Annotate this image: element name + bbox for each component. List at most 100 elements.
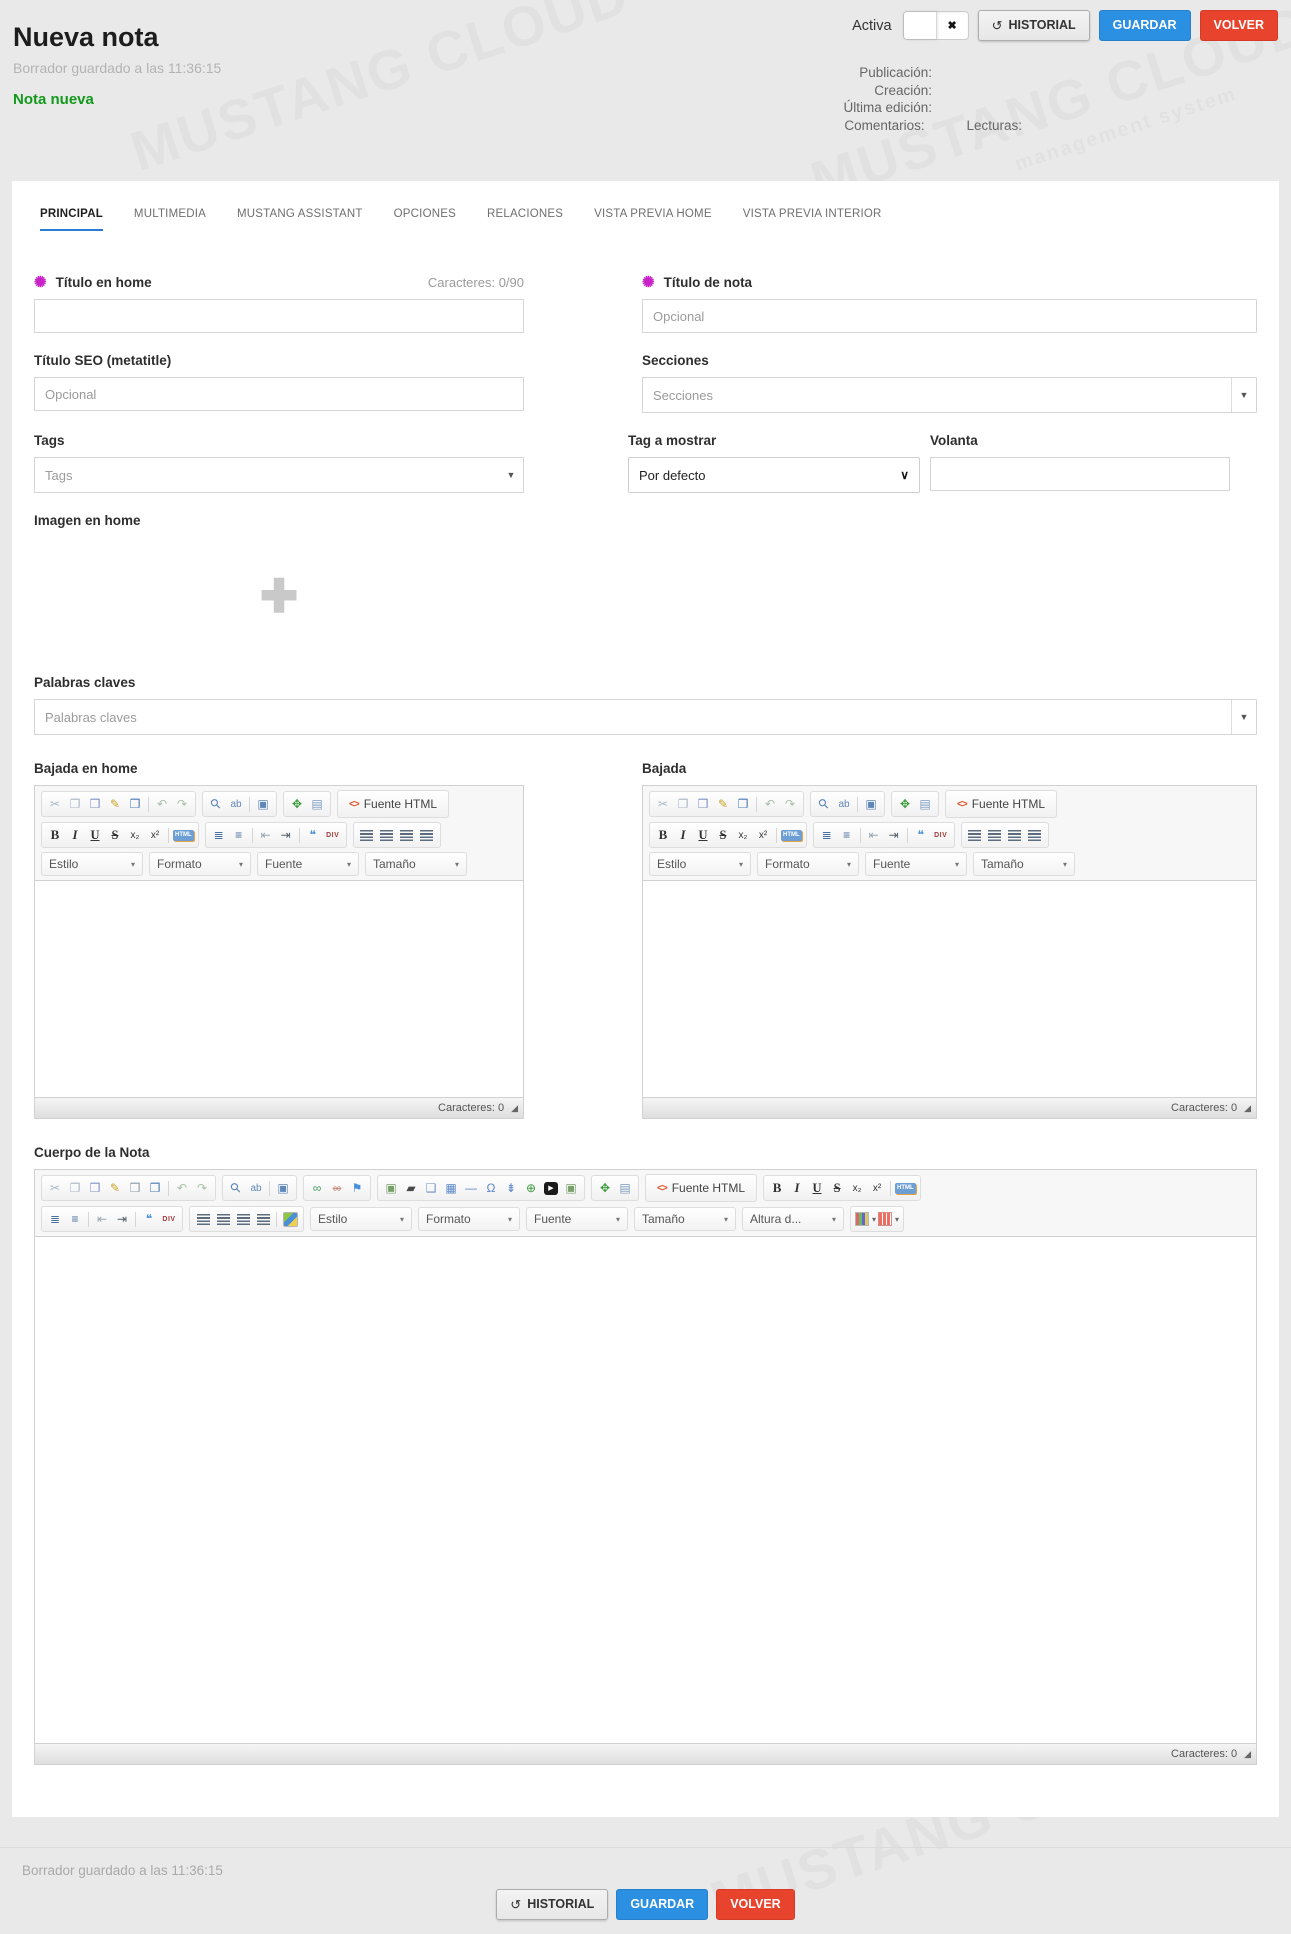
clean-html-icon[interactable]: HTML [173,825,194,845]
paste-word-icon[interactable]: ❒ [734,794,752,814]
align-right-icon[interactable] [1006,825,1024,845]
superscript-icon[interactable]: x² [868,1178,886,1198]
div-container-icon[interactable]: DIV [160,1209,178,1229]
source-button[interactable]: <>Fuente HTML [650,1177,752,1199]
redo-icon[interactable]: ↷ [781,794,799,814]
blockquote-icon[interactable]: ❝ [304,825,322,845]
paste-text-icon[interactable]: ✎ [106,794,124,814]
undo-icon[interactable]: ↶ [153,794,171,814]
strike-icon[interactable]: S [714,825,732,845]
paste-word-icon[interactable]: ❒ [146,1178,164,1198]
unordered-list-icon[interactable]: ≡ [230,825,248,845]
resize-handle-icon[interactable]: ◢ [511,1104,518,1113]
bajada-editing-area[interactable] [643,881,1256,1097]
ordered-list-icon[interactable]: ≣ [46,1209,64,1229]
cuerpo-editing-area[interactable] [35,1237,1256,1743]
replace-icon[interactable]: ab [227,794,245,814]
formato-combo[interactable]: Formato▾ [149,852,251,876]
div-container-icon[interactable]: DIV [932,825,950,845]
fuente-combo[interactable]: Fuente▾ [865,852,967,876]
estilo-combo[interactable]: Estilo▾ [649,852,751,876]
align-justify-icon[interactable] [254,1209,272,1229]
maximize-icon[interactable]: ✥ [596,1178,614,1198]
blockquote-icon[interactable]: ❝ [140,1209,158,1229]
image-icon[interactable]: ▣ [382,1178,400,1198]
copy-icon[interactable]: ❐ [66,1178,84,1198]
superscript-icon[interactable]: x² [754,825,772,845]
unordered-list-icon[interactable]: ≡ [838,825,856,845]
formato-combo[interactable]: Formato▾ [418,1207,520,1231]
outdent-icon[interactable]: ⇤ [257,825,275,845]
show-blocks-icon[interactable]: ▤ [308,794,326,814]
titulo-nota-input[interactable] [642,299,1257,333]
palabras-claves-select[interactable]: Palabras claves ▼ [34,699,1257,735]
italic-icon[interactable]: I [674,825,692,845]
active-toggle[interactable]: ✖ [903,11,969,40]
fuente-combo[interactable]: Fuente▾ [526,1207,628,1231]
historial-button[interactable]: ↺ HISTORIAL [978,10,1090,41]
replace-icon[interactable]: ab [247,1178,265,1198]
blockquote-icon[interactable]: ❝ [912,825,930,845]
horizontal-rule-icon[interactable]: ― [462,1178,480,1198]
align-right-icon[interactable] [398,825,416,845]
youtube-icon[interactable]: ▶ [542,1178,560,1198]
volver-button[interactable]: VOLVER [1200,10,1278,41]
show-blocks-icon[interactable]: ▤ [616,1178,634,1198]
tags-select[interactable]: Tags ▼ [34,457,524,493]
tab-vista-previa-interior[interactable]: VISTA PREVIA INTERIOR [743,208,882,231]
special-char-icon[interactable]: Ω [482,1178,500,1198]
align-justify-icon[interactable] [1026,825,1044,845]
subscript-icon[interactable]: x₂ [848,1178,866,1198]
google-maps-icon[interactable] [281,1209,299,1229]
align-left-icon[interactable] [358,825,376,845]
source-button[interactable]: <>Fuente HTML [342,793,444,815]
copy-icon[interactable]: ❐ [66,794,84,814]
paste-icon[interactable]: ❒ [694,794,712,814]
align-center-icon[interactable] [378,825,396,845]
align-right-icon[interactable] [234,1209,252,1229]
ordered-list-icon[interactable]: ≣ [210,825,228,845]
indent-icon[interactable]: ⇥ [277,825,295,845]
bold-icon[interactable]: B [768,1178,786,1198]
paste-text-icon[interactable]: ✎ [714,794,732,814]
footer-historial-button[interactable]: ↺ HISTORIAL [496,1889,608,1920]
tab-vista-previa-home[interactable]: VISTA PREVIA HOME [594,208,712,231]
indent-icon[interactable]: ⇥ [885,825,903,845]
clean-html-icon[interactable]: HTML [781,825,802,845]
flash-icon[interactable]: ▰ [402,1178,420,1198]
tag-a-mostrar-select[interactable]: Por defecto ∨ [628,457,920,493]
ordered-list-icon[interactable]: ≣ [818,825,836,845]
bold-icon[interactable]: B [46,825,64,845]
source-button[interactable]: <>Fuente HTML [950,793,1052,815]
strike-icon[interactable]: S [828,1178,846,1198]
maximize-icon[interactable]: ✥ [288,794,306,814]
image2-icon[interactable]: ▣ [562,1178,580,1198]
outdent-icon[interactable]: ⇤ [93,1209,111,1229]
underline-icon[interactable]: U [808,1178,826,1198]
unordered-list-icon[interactable]: ≡ [66,1209,84,1229]
underline-icon[interactable]: U [86,825,104,845]
indent-icon[interactable]: ⇥ [113,1209,131,1229]
tamano-combo[interactable]: Tamaño▾ [973,852,1075,876]
align-left-icon[interactable] [194,1209,212,1229]
italic-icon[interactable]: I [788,1178,806,1198]
page-break-icon[interactable]: ⇟ [502,1178,520,1198]
resize-handle-icon[interactable]: ◢ [1244,1750,1251,1759]
cut-icon[interactable]: ✂ [46,1178,64,1198]
tab-principal[interactable]: PRINCIPAL [40,208,103,231]
estilo-combo[interactable]: Estilo▾ [41,852,143,876]
redo-icon[interactable]: ↷ [193,1178,211,1198]
footer-volver-button[interactable]: VOLVER [716,1889,794,1920]
subscript-icon[interactable]: x₂ [126,825,144,845]
footer-guardar-button[interactable]: GUARDAR [616,1889,708,1920]
clean-html-icon[interactable]: HTML [895,1178,916,1198]
tab-mustang-assistant[interactable]: MUSTANG ASSISTANT [237,208,363,231]
find-icon[interactable]: ⚲ [815,794,833,814]
select-all-icon[interactable]: ▣ [274,1178,292,1198]
find-icon[interactable]: ⚲ [207,794,225,814]
paste-special-icon[interactable]: ❒ [126,1178,144,1198]
anchor-icon[interactable]: ⚑ [348,1178,366,1198]
volanta-input[interactable] [930,457,1230,491]
secciones-select[interactable]: Secciones ▼ [642,377,1257,413]
show-blocks-icon[interactable]: ▤ [916,794,934,814]
